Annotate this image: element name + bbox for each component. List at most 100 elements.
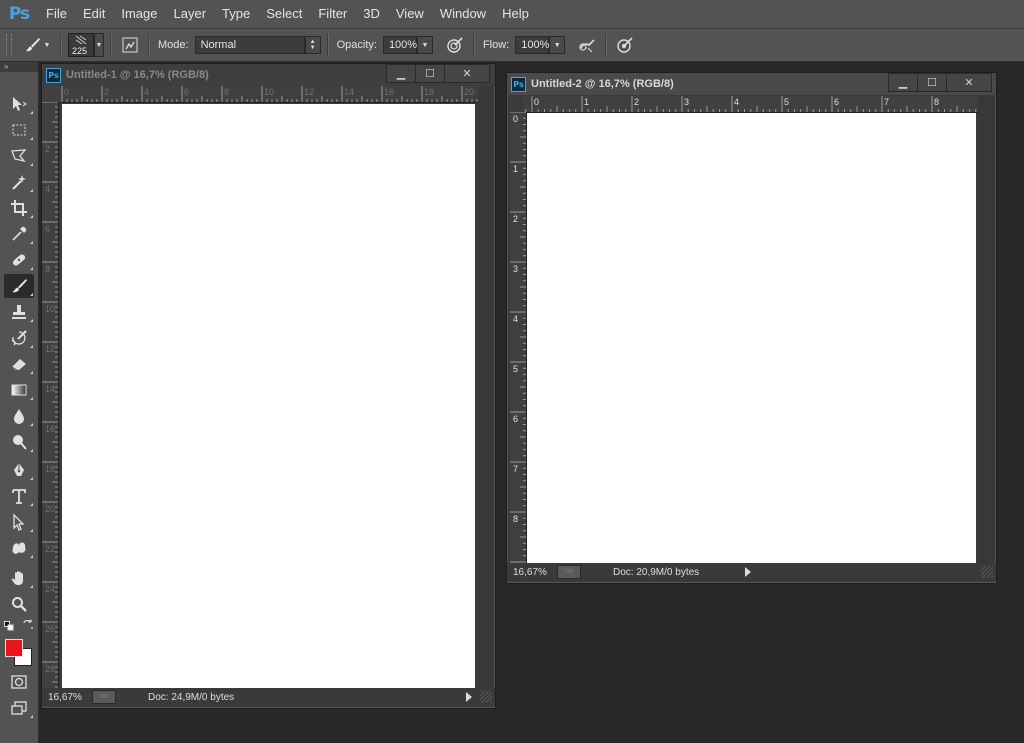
blur-tool[interactable]: [4, 404, 34, 428]
type-tool[interactable]: [4, 484, 34, 508]
healing-brush-tool[interactable]: [4, 248, 34, 272]
pressure-opacity-toggle[interactable]: [443, 33, 467, 57]
menu-edit[interactable]: Edit: [75, 0, 113, 28]
maximize-button[interactable]: ☐: [415, 64, 445, 83]
tools-panel-collapse[interactable]: »: [0, 62, 38, 72]
resize-grip-icon[interactable]: [981, 566, 993, 578]
brush-size-dropdown[interactable]: ▼: [94, 33, 104, 57]
menu-select[interactable]: Select: [258, 0, 310, 28]
ruler-label: 18: [45, 464, 55, 474]
maximize-button[interactable]: ☐: [917, 73, 947, 92]
stamp-icon: [12, 305, 26, 319]
close-button[interactable]: ✕: [444, 64, 490, 83]
menu-3d[interactable]: 3D: [355, 0, 388, 28]
menu-help[interactable]: Help: [494, 0, 537, 28]
gradient-tool[interactable]: [4, 378, 34, 402]
document-window-2[interactable]: Ps Untitled-2 @ 16,7% (RGB/8) ▁ ☐ ✕ 0 1 2 3…: [506, 72, 997, 584]
menu-file[interactable]: File: [38, 0, 75, 28]
zoom-tool[interactable]: [4, 592, 34, 616]
pressure-size-toggle[interactable]: [613, 33, 637, 57]
opacity-label: Opacity:: [336, 39, 377, 51]
eraser-tool[interactable]: [4, 352, 34, 376]
ruler-ticks: 0 1 2 3 4 5 6 7 8: [510, 112, 526, 563]
ruler-label: 4: [144, 87, 149, 97]
document-1-canvas[interactable]: [62, 104, 475, 688]
separator: [148, 34, 150, 56]
document-2-title: Untitled-2 @ 16,7% (RGB/8): [531, 78, 674, 90]
swap-colors-button[interactable]: [22, 619, 34, 631]
resize-grip-icon[interactable]: [480, 691, 492, 703]
mode-spinner-icon: ▲ ▼: [304, 36, 321, 54]
dodge-tool[interactable]: [4, 430, 34, 454]
path-selection-tool[interactable]: [4, 510, 34, 534]
pen-tool[interactable]: [4, 458, 34, 482]
lasso-tool[interactable]: [4, 144, 34, 168]
swap-arrows-icon: [23, 619, 33, 629]
close-icon: ✕: [964, 77, 974, 89]
history-brush-icon: [11, 330, 27, 346]
minimize-button[interactable]: ▁: [888, 73, 918, 92]
doc-size-info: Doc: 24,9M/0 bytes: [148, 691, 235, 703]
ruler-label: 22: [45, 544, 55, 554]
ruler-label: 4: [513, 314, 518, 324]
ruler-origin[interactable]: [42, 86, 58, 102]
zoom-level[interactable]: 16,67%: [507, 567, 557, 578]
ruler-label: 2: [45, 144, 50, 154]
brush-panel-toggle[interactable]: [118, 33, 142, 57]
document-2-canvas[interactable]: [527, 113, 976, 563]
tool-preset-picker[interactable]: ▼: [20, 33, 54, 57]
menu-view[interactable]: View: [388, 0, 432, 28]
ruler-label: 10: [264, 87, 274, 97]
minimize-button[interactable]: ▁: [386, 64, 416, 83]
clone-stamp-tool[interactable]: [4, 300, 34, 324]
menu-window[interactable]: Window: [432, 0, 494, 28]
close-button[interactable]: ✕: [946, 73, 992, 92]
zoom-level[interactable]: 16,67%: [42, 692, 92, 703]
menu-image[interactable]: Image: [113, 0, 165, 28]
document-2-window-controls: ▁ ☐ ✕: [888, 73, 992, 92]
ruler-label: 2: [104, 87, 109, 97]
history-brush-tool[interactable]: [4, 326, 34, 350]
foreground-color-swatch[interactable]: [5, 639, 23, 657]
menu-layer[interactable]: Layer: [166, 0, 215, 28]
brush-tool[interactable]: [4, 274, 34, 298]
document-1-ruler-vertical: 246810121416182022242628: [42, 102, 59, 688]
move-icon: [13, 97, 27, 111]
document-2-scroll-area[interactable]: [978, 96, 994, 563]
eyedropper-tool[interactable]: [4, 222, 34, 246]
airbrush-toggle[interactable]: [575, 33, 599, 57]
document-1-scroll-area[interactable]: [478, 86, 493, 688]
custom-shape-tool[interactable]: [4, 536, 34, 560]
move-tool[interactable]: [4, 92, 34, 116]
status-menu-arrow-icon[interactable]: [745, 567, 751, 577]
ruler-label: 6: [45, 224, 50, 234]
mode-select[interactable]: Normal ▲ ▼: [194, 36, 321, 54]
opacity-dropdown[interactable]: ▼: [416, 36, 433, 54]
marquee-tool[interactable]: [4, 118, 34, 142]
screen-mode-button[interactable]: [4, 696, 34, 720]
status-menu-arrow-icon[interactable]: [466, 692, 472, 702]
options-bar-grip[interactable]: [6, 34, 12, 56]
share-icon[interactable]: ◌◌: [92, 690, 116, 704]
document-1-statusbar: 16,67% ◌◌ Doc: 24,9M/0 bytes: [42, 688, 495, 706]
opacity-input[interactable]: 100%: [382, 36, 417, 54]
magic-wand-tool[interactable]: [4, 170, 34, 194]
ps-document-icon: Ps: [511, 76, 526, 92]
menu-type[interactable]: Type: [214, 0, 258, 28]
flow-dropdown[interactable]: ▼: [549, 36, 566, 54]
document-window-1[interactable]: Ps Untitled-1 @ 16,7% (RGB/8) ▁ ☐ ✕ 0246…: [41, 63, 496, 709]
default-colors-button[interactable]: [4, 620, 14, 631]
brush-size-picker[interactable]: 225 ▼: [68, 33, 104, 57]
menu-filter[interactable]: Filter: [310, 0, 355, 28]
ps-document-icon: Ps: [46, 67, 61, 83]
brush-panel-icon: [122, 37, 138, 53]
polygonal-lasso-icon: [11, 149, 27, 163]
share-icon[interactable]: ◌◌: [557, 565, 581, 579]
ruler-label: 1: [584, 97, 589, 107]
ruler-label: 8: [45, 264, 50, 274]
quick-mask-button[interactable]: [4, 670, 34, 694]
crop-tool[interactable]: [4, 196, 34, 220]
flow-input[interactable]: 100%: [515, 36, 549, 54]
tools-panel: »: [0, 62, 39, 743]
hand-tool[interactable]: [4, 566, 34, 590]
